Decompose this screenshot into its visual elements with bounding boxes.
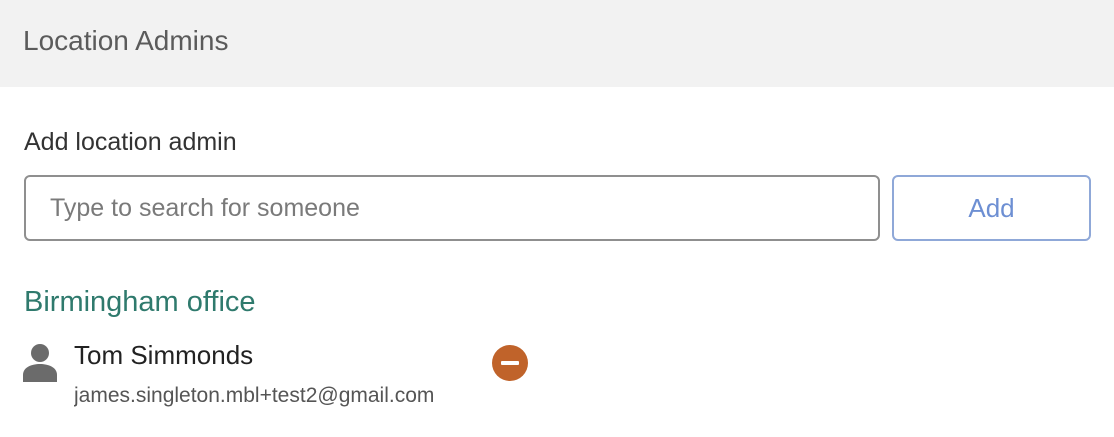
person-icon xyxy=(20,342,60,382)
admin-search-input[interactable] xyxy=(24,175,880,241)
add-admin-button[interactable]: Add xyxy=(892,175,1091,241)
remove-admin-button[interactable] xyxy=(492,345,528,381)
panel-header: Location Admins xyxy=(0,0,1114,87)
admin-list-item: Tom Simmonds james.singleton.mbl+test2@g… xyxy=(20,336,540,416)
location-title: Birmingham office xyxy=(24,286,256,318)
minus-circle-icon xyxy=(501,361,519,365)
panel-title: Location Admins xyxy=(23,25,229,56)
location-admins-panel: Location Admins Add location admin Add B… xyxy=(0,0,1114,437)
add-admin-label: Add location admin xyxy=(24,128,237,156)
admin-name: Tom Simmonds xyxy=(74,340,254,370)
admin-email: james.singleton.mbl+test2@gmail.com xyxy=(74,384,435,407)
